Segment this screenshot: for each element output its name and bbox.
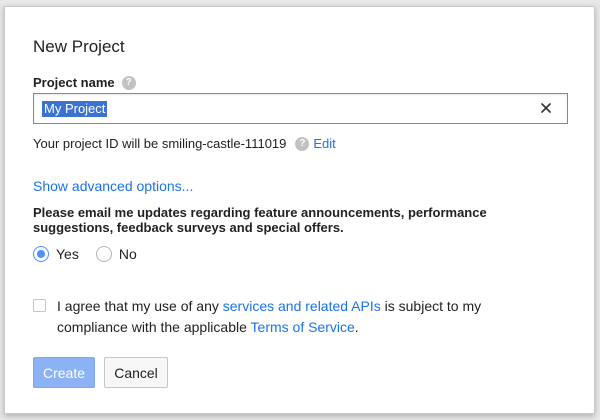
terms-of-service-link[interactable]: Terms of Service <box>251 319 355 335</box>
dialog-buttons: Create Cancel <box>33 357 168 388</box>
services-apis-link[interactable]: services and related APIs <box>223 298 381 314</box>
project-id-text: Your project ID will be smiling-castle-1… <box>33 136 287 151</box>
create-button[interactable]: Create <box>33 357 95 388</box>
terms-checkbox[interactable] <box>33 299 46 312</box>
show-advanced-options-link[interactable]: Show advanced options... <box>33 178 193 194</box>
radio-no[interactable]: No <box>95 246 137 262</box>
radio-yes[interactable]: Yes <box>33 246 79 262</box>
radio-no-label[interactable]: No <box>119 246 137 262</box>
terms-text-suffix: . <box>354 319 359 335</box>
radio-no-circle[interactable] <box>95 246 112 262</box>
email-updates-radio-group: Yes No <box>33 246 154 262</box>
close-icon[interactable] <box>539 101 553 115</box>
email-updates-question: Please email me updates regarding featur… <box>33 205 487 235</box>
edit-project-id-link[interactable]: Edit <box>313 136 335 151</box>
project-id-row: Your project ID will be smiling-castle-1… <box>33 136 336 151</box>
dialog-title: New Project <box>33 37 125 56</box>
radio-yes-label[interactable]: Yes <box>56 246 79 262</box>
project-name-label-row: Project name ? <box>33 75 136 90</box>
terms-agreement-text: I agree that my use of any services and … <box>57 296 517 338</box>
help-icon[interactable]: ? <box>121 75 136 90</box>
cancel-button[interactable]: Cancel <box>104 357 168 388</box>
terms-agreement-row: I agree that my use of any services and … <box>33 296 517 338</box>
radio-yes-circle[interactable] <box>33 246 49 262</box>
project-name-input[interactable]: My Project <box>33 93 568 124</box>
terms-text-prefix: I agree that my use of any <box>57 298 223 314</box>
help-icon[interactable]: ? <box>295 136 310 151</box>
project-name-value[interactable]: My Project <box>42 101 108 117</box>
new-project-dialog: New Project Project name ? My Project Yo… <box>4 6 595 414</box>
project-name-label: Project name <box>33 75 115 90</box>
